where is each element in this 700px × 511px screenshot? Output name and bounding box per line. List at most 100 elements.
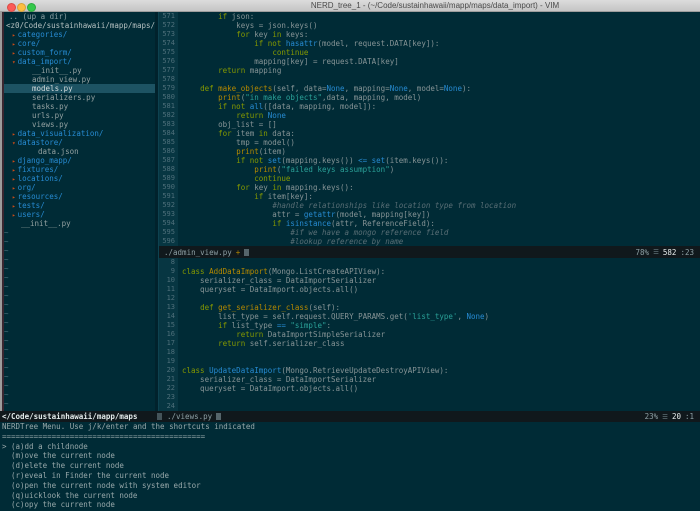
statusline-bottom-row: </Code/sustainhawaii/mapp/maps ./views.p…: [0, 411, 700, 422]
code-line[interactable]: 23: [159, 393, 700, 402]
tree-item[interactable]: ▸core/: [4, 39, 155, 48]
tree-item[interactable]: tasks.py: [4, 102, 155, 111]
tree-item[interactable]: ▸resources/: [4, 192, 155, 201]
menu-item[interactable]: (q)uicklook the current node: [2, 491, 700, 501]
tree-item[interactable]: models.py: [4, 84, 155, 93]
code-line[interactable]: 9class AddDataImport(Mongo.ListCreateAPI…: [159, 267, 700, 276]
code-line[interactable]: 581 if not all([data, mapping, model]):: [159, 102, 700, 111]
folder-closed-arrow-icon[interactable]: ▸: [12, 41, 16, 48]
code-line[interactable]: 22 queryset = DataImport.objects.all(): [159, 384, 700, 393]
code-line[interactable]: 588 print("failed keys assumption"): [159, 165, 700, 174]
code-line[interactable]: 589 continue: [159, 174, 700, 183]
folder-closed-arrow-icon[interactable]: ▸: [12, 158, 16, 165]
line-number: 18: [159, 348, 178, 357]
tree-item[interactable]: ▸org/: [4, 183, 155, 192]
code-line[interactable]: 571 if json:: [159, 12, 700, 21]
code-line[interactable]: 594 if isinstance(attr, ReferenceField):: [159, 219, 700, 228]
tree-item[interactable]: ▸tests/: [4, 201, 155, 210]
tree-item[interactable]: .. (up a dir): [4, 12, 155, 21]
code-line[interactable]: 596 #lookup reference by name: [159, 237, 700, 246]
code-line[interactable]: 17 return self.serializer_class: [159, 339, 700, 348]
code-line[interactable]: 16 return DataImportSimpleSerializer: [159, 330, 700, 339]
code-line[interactable]: 591 if item[key]:: [159, 192, 700, 201]
tree-item[interactable]: views.py: [4, 120, 155, 129]
code-line[interactable]: 573 for key in keys:: [159, 30, 700, 39]
tree-item[interactable]: ▸locations/: [4, 174, 155, 183]
tree-item[interactable]: serializers.py: [4, 93, 155, 102]
code-line[interactable]: 10 serializer_class = DataImportSerializ…: [159, 276, 700, 285]
code-line[interactable]: 577 return mapping: [159, 66, 700, 75]
code-line[interactable]: 21 serializer_class = DataImportSerializ…: [159, 375, 700, 384]
tree-item[interactable]: __init__.py: [4, 219, 155, 228]
tree-item[interactable]: ▾datastore/: [4, 138, 155, 147]
tree-item[interactable]: <z0/Code/sustainhawaii/mapp/maps/: [4, 21, 155, 30]
code-line[interactable]: 586 print(item): [159, 147, 700, 156]
code-line[interactable]: 574 if not hasattr(model, request.DATA[k…: [159, 39, 700, 48]
code-line[interactable]: 575 continue: [159, 48, 700, 57]
code-line[interactable]: 15 if list_type == "simple":: [159, 321, 700, 330]
menu-item[interactable]: (r)eveal in Finder the current node: [2, 471, 700, 481]
empty-line-tilde: ~: [4, 291, 9, 300]
code-line[interactable]: 8: [159, 258, 700, 267]
folder-open-arrow-icon[interactable]: ▾: [12, 140, 16, 147]
folder-closed-arrow-icon[interactable]: ▸: [12, 185, 16, 192]
menu-item[interactable]: (o)pen the current node with system edit…: [2, 481, 700, 491]
code-line[interactable]: 583 obj_list = []: [159, 120, 700, 129]
folder-closed-arrow-icon[interactable]: ▸: [12, 167, 16, 174]
code-line[interactable]: 580 print("in make objects",data, mappin…: [159, 93, 700, 102]
line-number: 17: [159, 339, 178, 348]
folder-closed-arrow-icon[interactable]: ▸: [12, 194, 16, 201]
menu-item[interactable]: (c)opy the current node: [2, 500, 700, 510]
minimize-button[interactable]: [17, 3, 26, 12]
code-line[interactable]: 590 for key in mapping.keys():: [159, 183, 700, 192]
code-line[interactable]: 576 mapping[key] = request.DATA[key]: [159, 57, 700, 66]
folder-closed-arrow-icon[interactable]: ▸: [12, 203, 16, 210]
tree-item[interactable]: ▸custom_form/: [4, 48, 155, 57]
code-line[interactable]: 587 if not set(mapping.keys()) <= set(it…: [159, 156, 700, 165]
folder-closed-arrow-icon[interactable]: ▸: [12, 176, 16, 183]
code-line[interactable]: 11 queryset = DataImport.objects.all(): [159, 285, 700, 294]
code-line[interactable]: 582 return None: [159, 111, 700, 120]
folder-closed-arrow-icon[interactable]: ▸: [12, 32, 16, 39]
tree-item[interactable]: admin_view.py: [4, 75, 155, 84]
tree-item[interactable]: ▸users/: [4, 210, 155, 219]
code-text: serializer_class = DataImportSerializer: [178, 276, 376, 285]
code-line[interactable]: 19: [159, 357, 700, 366]
statusline-admin-view: ./admin_view.py + 78% ☰ 582 :23: [159, 246, 700, 258]
code-line[interactable]: 13 def get_serializer_class(self):: [159, 303, 700, 312]
code-line[interactable]: 14 list_type = self.request.QUERY_PARAMS…: [159, 312, 700, 321]
menu-item[interactable]: (d)elete the current node: [2, 461, 700, 471]
code-line[interactable]: 572 keys = json.keys(): [159, 21, 700, 30]
tree-item[interactable]: ▸categories/: [4, 30, 155, 39]
code-line[interactable]: 593 attr = getattr(model, mapping[key]): [159, 210, 700, 219]
code-line[interactable]: 585 tmp = model(): [159, 138, 700, 147]
empty-line-tilde: ~: [4, 300, 9, 309]
code-line[interactable]: 579 def make_objects(self, data=None, ma…: [159, 84, 700, 93]
code-line[interactable]: 12: [159, 294, 700, 303]
tree-item[interactable]: urls.py: [4, 111, 155, 120]
code-line[interactable]: 578: [159, 75, 700, 84]
code-line[interactable]: 592 #handle relationships like location …: [159, 201, 700, 210]
menu-item[interactable]: >(a)dd a childnode: [2, 442, 700, 452]
menu-item[interactable]: (m)ove the current node: [2, 451, 700, 461]
code-line[interactable]: 584 for item in data:: [159, 129, 700, 138]
folder-closed-arrow-icon[interactable]: ▸: [12, 131, 16, 138]
folder-closed-arrow-icon[interactable]: ▸: [12, 50, 16, 57]
tree-item[interactable]: ▾data_import/: [4, 57, 155, 66]
code-line[interactable]: 18: [159, 348, 700, 357]
tree-item[interactable]: ▸django_mapp/: [4, 156, 155, 165]
folder-closed-arrow-icon[interactable]: ▸: [12, 212, 16, 219]
tree-item[interactable]: __init__.py: [4, 66, 155, 75]
line-number: 15: [159, 321, 178, 330]
code-line[interactable]: 595 #if we have a mongo reference field: [159, 228, 700, 237]
code-text: obj_list = []: [178, 120, 277, 129]
close-button[interactable]: [7, 3, 16, 12]
folder-open-arrow-icon[interactable]: ▾: [12, 59, 16, 66]
code-line[interactable]: 20class UpdateDataImport(Mongo.RetrieveU…: [159, 366, 700, 375]
tree-item[interactable]: ▸fixtures/: [4, 165, 155, 174]
tree-item[interactable]: ▸data_visualization/: [4, 129, 155, 138]
code-line[interactable]: 24: [159, 402, 700, 411]
zoom-button[interactable]: [27, 3, 36, 12]
line-number: 584: [159, 129, 178, 138]
tree-item[interactable]: data.json: [4, 147, 155, 156]
